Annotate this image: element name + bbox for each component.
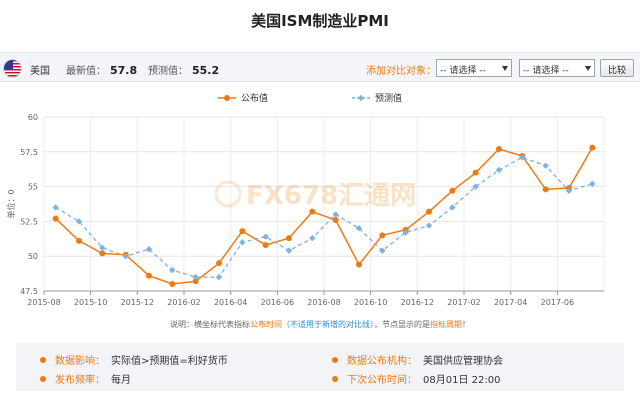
watermark-text: FX678汇通网 [246, 181, 416, 211]
note-suffix: ！ [462, 320, 470, 329]
data-point-forecast [239, 239, 246, 246]
forecast-value: 预测值： 55.2 [148, 62, 219, 77]
compare-label: 添加对比对象： [366, 66, 436, 77]
x-tick-label: 2015-12 [121, 298, 154, 307]
compare-button[interactable]: 比较 [600, 59, 634, 77]
data-point-actual [169, 281, 176, 288]
note-prefix: 说明：横坐标代表指标 [170, 320, 250, 329]
chevron-down-icon [502, 66, 508, 71]
bullet-dot-icon [40, 357, 46, 363]
data-point-actual [589, 144, 596, 151]
data-point-actual [496, 146, 502, 153]
x-tick-label: 2016-12 [401, 298, 434, 307]
legend-label: 公布值 [241, 92, 268, 104]
y-tick-label: 47.5 [20, 287, 38, 296]
country-label: 美国 [30, 66, 50, 77]
data-point-forecast [309, 234, 316, 242]
note-paren: （不适用于新增的对比线） [282, 320, 374, 329]
data-point-actual [426, 208, 432, 215]
data-point-forecast [285, 247, 293, 254]
data-point-actual [542, 186, 549, 193]
x-tick-label: 2015-10 [74, 298, 107, 307]
legend-marker [357, 94, 365, 102]
data-point-actual [286, 235, 292, 242]
x-tick-label: 2017-06 [541, 298, 574, 307]
data-point-actual [262, 242, 269, 249]
data-point-forecast [542, 162, 549, 169]
x-tick-label: 2016-10 [354, 298, 387, 307]
info-next-release-key: 下次公布时间： [347, 375, 417, 386]
data-point-forecast [495, 166, 503, 174]
compare-select-1[interactable]: -- 请选择 -- [436, 59, 512, 77]
data-point-forecast [215, 273, 223, 281]
chevron-down-icon [585, 66, 591, 71]
info-agency-value: 美国供应管理协会 [423, 356, 503, 367]
x-tick-label: 2016-02 [167, 298, 200, 307]
data-point-actual [472, 169, 479, 176]
legend-label: 预测值 [375, 92, 402, 104]
data-point-forecast [52, 204, 59, 211]
y-tick-label: 57.5 [20, 148, 38, 157]
info-next-release: 下次公布时间： 08月01日 22:00 [332, 371, 500, 386]
data-point-actual [99, 250, 106, 257]
y-tick-label: 60 [28, 113, 38, 122]
x-tick-label: 2017-02 [447, 298, 480, 307]
info-impact-value: 实际值>预期值=利好货币 [111, 356, 228, 367]
info-frequency-value: 每月 [111, 375, 131, 386]
bullet-dot-icon [332, 376, 338, 382]
data-point-forecast [262, 233, 269, 240]
forecast-number: 55.2 [192, 64, 220, 77]
y-tick-label: 52.5 [20, 217, 38, 226]
data-point-actual [449, 187, 456, 194]
chart-note: 说明：横坐标代表指标公布时间（不适用于新增的对比线），节点显示的是指标周期！ [0, 319, 640, 330]
note-highlight-publish-time: 公布时间 [250, 320, 282, 329]
us-flag-icon [3, 59, 22, 78]
compare-select-2[interactable]: -- 请选择 -- [519, 59, 595, 77]
data-point-actual [379, 232, 386, 239]
x-tick-label: 2016-04 [214, 298, 247, 307]
info-agency: 数据公布机构： 美国供应管理协会 [332, 352, 503, 367]
data-point-forecast [425, 222, 433, 229]
info-frequency-key: 发布频率： [55, 375, 105, 386]
y-tick-label: 55 [28, 183, 38, 192]
y-tick-label: 50 [28, 252, 38, 261]
latest-number: 57.8 [110, 64, 138, 77]
data-point-actual [332, 217, 339, 224]
data-point-actual [239, 228, 246, 235]
note-highlight-period: 指标周期 [430, 320, 462, 329]
info-panel: 数据影响： 实际值>预期值=利好货币 数据公布机构： 美国供应管理协会 发布频率： 每… [16, 343, 624, 391]
info-agency-key: 数据公布机构： [347, 356, 417, 367]
data-point-forecast [332, 211, 339, 218]
pmi-line-chart: 47.5 50 52.5 55 57.5 60 2015-08 2015-10 2015-12 2… [6, 92, 605, 307]
data-point-actual [76, 237, 82, 244]
bullet-dot-icon [332, 357, 338, 363]
y-axis-label: 单位：0 [6, 189, 16, 218]
bullet-dot-icon [40, 376, 46, 382]
legend-marker [224, 95, 230, 101]
latest-label: 最新值： [66, 66, 106, 77]
watermark-logo-icon [214, 180, 242, 208]
x-tick-label: 2016-08 [307, 298, 340, 307]
data-point-forecast [169, 266, 176, 274]
page-title: 美国ISM制造业PMI [251, 12, 389, 30]
x-tick-label: 2016-06 [261, 298, 294, 307]
compare-select-2-value: -- 请选择 -- [523, 66, 569, 76]
toolbar: 美国 最新值： 57.8 预测值： 55.2 添加对比对象： -- 请选择 -- -… [0, 52, 640, 82]
latest-value: 最新值： 57.8 [66, 62, 137, 77]
data-point-actual [146, 272, 152, 279]
compare-select-1-value: -- 请选择 -- [440, 66, 486, 76]
data-point-actual [52, 215, 59, 222]
info-impact: 数据影响： 实际值>预期值=利好货币 [40, 352, 228, 367]
x-tick-label: 2015-08 [27, 298, 60, 307]
data-point-actual [309, 208, 316, 215]
note-middle: ，节点显示的是 [374, 320, 430, 329]
forecast-label: 预测值： [148, 66, 188, 77]
data-point-forecast [589, 180, 596, 188]
info-impact-key: 数据影响： [55, 356, 105, 367]
info-frequency: 发布频率： 每月 [40, 371, 131, 386]
info-next-release-value: 08月01日 22:00 [423, 375, 501, 386]
data-point-actual [356, 261, 362, 268]
data-point-actual [216, 260, 222, 267]
x-tick-label: 2017-04 [494, 298, 527, 307]
